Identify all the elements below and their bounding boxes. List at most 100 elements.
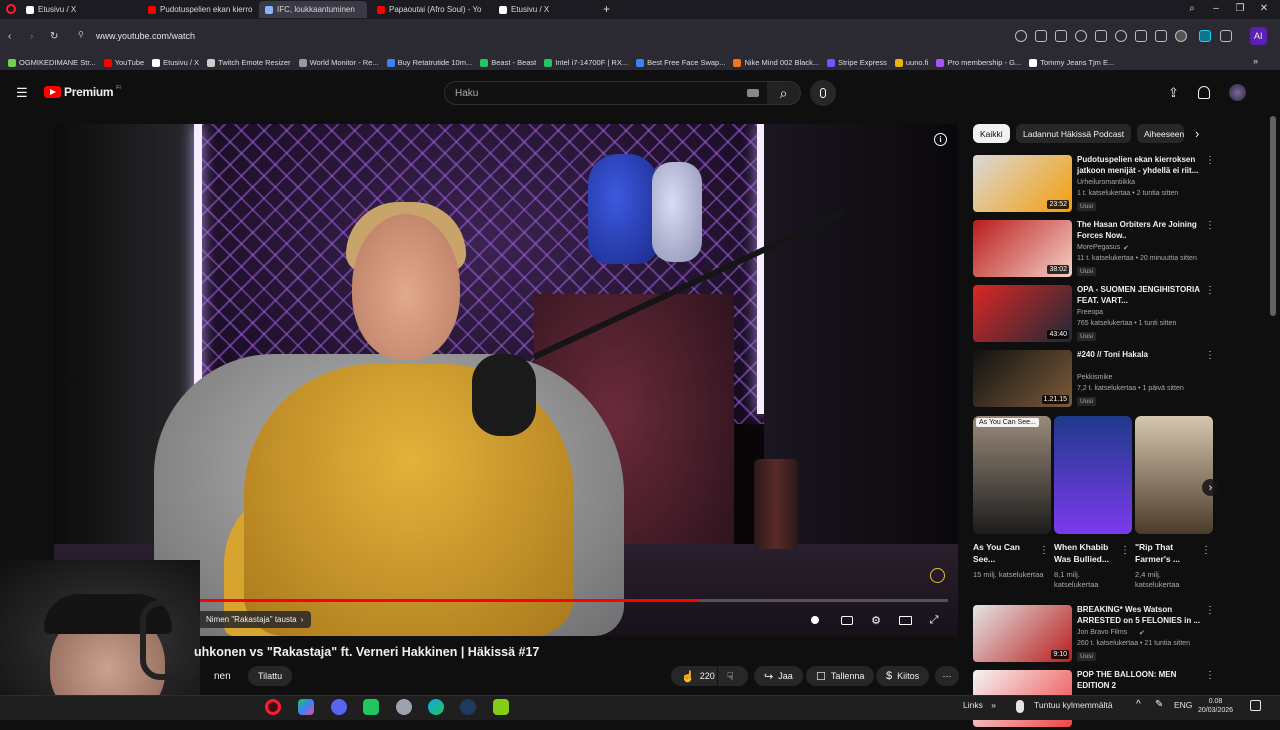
search-button[interactable]: ⌕ — [767, 81, 801, 105]
bookmark-item[interactable]: Buy Retatrutide 10m... — [386, 58, 472, 67]
url-field[interactable]: ⚲ www.youtube.com/watch — [70, 24, 990, 48]
dislike-button[interactable]: ☟ — [718, 666, 748, 686]
chip-all[interactable]: Kaikki — [973, 124, 1010, 143]
bookmark-item[interactable]: OGMIKEDIMANE Str... — [8, 58, 96, 67]
kebab-menu-icon[interactable]: ⋮ — [1205, 350, 1215, 361]
short-thumbnail[interactable]: As You Can See... — [973, 416, 1051, 534]
create-upload-icon[interactable]: ⇪ — [1168, 85, 1179, 101]
recommended-channel[interactable]: Urheiluromantiikka — [1077, 179, 1135, 186]
recommended-video[interactable]: 1.21.15 #240 // Toni Hakala Pekkismike 7,2 … — [973, 350, 1215, 410]
short-title[interactable]: As You Can See... — [973, 541, 1039, 565]
opera-logo-icon[interactable] — [6, 4, 16, 14]
recommended-video-title[interactable]: OPA - SUOMEN JENGIHISTORIA FEAT. VART... — [1077, 285, 1201, 306]
recommended-video[interactable]: 9:10 BREAKING* Wes Watson ARRESTED on 5 F… — [973, 605, 1215, 665]
recommended-channel[interactable]: Freeopa — [1077, 309, 1103, 316]
ai-button[interactable]: AI — [1250, 27, 1267, 45]
kebab-menu-icon[interactable]: ⋮ — [1205, 285, 1215, 296]
guide-menu-icon[interactable]: ☰ — [16, 85, 28, 101]
short-thumbnail[interactable] — [1135, 416, 1213, 534]
minimize-button[interactable]: – — [1209, 3, 1223, 14]
browser-tab[interactable]: Etusivu / X — [493, 1, 589, 18]
steam-taskbar-icon[interactable] — [460, 699, 476, 715]
profile-icon[interactable] — [1175, 30, 1187, 42]
browser-tab[interactable]: IFC, loukkaantuminen — [259, 1, 367, 18]
photoshop-taskbar-icon[interactable] — [298, 699, 314, 715]
channel-name[interactable]: nen — [214, 671, 231, 682]
start-icon[interactable] — [8, 699, 24, 715]
opera-taskbar-icon[interactable] — [265, 699, 281, 715]
bookmark-item[interactable]: Best Free Face Swap... — [636, 58, 725, 67]
kebab-menu-icon[interactable]: ⋮ — [1205, 220, 1215, 231]
like-button[interactable]: ☝ 220 — [671, 666, 717, 686]
theater-mode-icon[interactable] — [897, 612, 913, 628]
app-taskbar-icon[interactable] — [493, 699, 509, 715]
save-button[interactable]: ☐ Tallenna — [806, 666, 875, 686]
short-title[interactable]: "Rip That Farmer's ... — [1135, 541, 1201, 565]
video-thumbnail[interactable]: 1.21.15 — [973, 350, 1072, 407]
chapter-chip[interactable]: Nimen "Rakastaja" tausta › — [198, 611, 312, 628]
bookmark-item[interactable]: Pro membership - G... — [936, 58, 1021, 67]
extension-icon[interactable] — [1095, 30, 1107, 42]
back-icon[interactable]: ‹ — [8, 31, 11, 42]
clock[interactable]: 0.08 20/03/2026 — [1198, 697, 1233, 715]
video-thumbnail[interactable]: 43:40 — [973, 285, 1072, 342]
bookmark-item[interactable]: Etusivu / X — [152, 58, 199, 67]
chip-related[interactable]: Aiheeseen — [1137, 124, 1184, 143]
youtube-logo[interactable]: Premium FI — [44, 85, 121, 99]
reload-icon[interactable]: ↻ — [50, 31, 58, 42]
bookmark-item[interactable]: Beast - Beast — [480, 58, 536, 67]
recommended-video-title[interactable]: Pudotuspelien ekan kierroksen jatkoon me… — [1077, 155, 1201, 176]
browser-tab[interactable]: Pudotuspelien ekan kierro — [142, 1, 254, 18]
settings-gear-icon[interactable]: ⚙ — [868, 612, 884, 628]
kebab-menu-icon[interactable]: ⋮ — [1201, 545, 1211, 556]
recommended-channel[interactable]: Jon Bravo Films — [1077, 629, 1127, 636]
video-thumbnail[interactable]: 9:10 — [973, 605, 1072, 662]
search-tabs-icon[interactable]: ⌕ — [1185, 3, 1199, 14]
autoplay-toggle[interactable] — [807, 612, 823, 628]
extension-icon[interactable] — [1055, 30, 1067, 42]
notifications-icon[interactable] — [1250, 700, 1261, 711]
recommended-channel[interactable]: Pekkismike — [1077, 374, 1112, 381]
kebab-menu-icon[interactable]: ⋮ — [1205, 670, 1215, 681]
video-thumbnail[interactable]: 38:02 — [973, 220, 1072, 277]
extension-icon[interactable] — [1199, 30, 1211, 42]
heart-icon[interactable] — [1115, 30, 1127, 42]
subscribed-button[interactable]: Tilattu — [248, 666, 293, 686]
extension-icon[interactable] — [1220, 30, 1232, 42]
bookmark-item[interactable]: World Monitor - Re... — [298, 58, 379, 67]
search-input[interactable]: Haku — [444, 81, 768, 105]
chip-uploaded-by[interactable]: Ladannut Häkissä Podcast — [1016, 124, 1132, 143]
short-thumbnail[interactable] — [1054, 416, 1132, 534]
recommended-channel[interactable]: MorePegasus — [1077, 244, 1120, 251]
subtitles-icon[interactable] — [839, 612, 855, 628]
short-title[interactable]: When Khabib Was Bullied... — [1054, 541, 1120, 565]
recommended-video-title[interactable]: The Hasan Orbiters Are Joining Forces No… — [1077, 220, 1201, 241]
info-icon[interactable]: i — [934, 133, 947, 146]
shorts-next-chevron-icon[interactable]: › — [1202, 479, 1219, 496]
weather-text[interactable]: Tuntuu kylmemmältä — [1034, 700, 1113, 710]
site-info-icon[interactable]: ⚲ — [78, 30, 84, 39]
channel-watermark-icon[interactable] — [930, 568, 945, 583]
chips-next-chevron-icon[interactable]: › — [1195, 126, 1199, 141]
recommended-video[interactable]: 43:40 OPA - SUOMEN JENGIHISTORIA FEAT. VA… — [973, 285, 1215, 345]
menu-icon[interactable] — [1155, 30, 1167, 42]
language-indicator[interactable]: ENG — [1174, 700, 1192, 710]
extension-icon[interactable] — [1035, 30, 1047, 42]
recommended-video[interactable]: 38:02 The Hasan Orbiters Are Joining Forc… — [973, 220, 1215, 280]
extension-icon[interactable] — [1015, 30, 1027, 42]
thanks-button[interactable]: $ Kiitos — [876, 666, 930, 686]
maximize-button[interactable]: ❐ — [1233, 3, 1247, 14]
avatar[interactable] — [1229, 84, 1246, 101]
voice-search-button[interactable] — [810, 80, 836, 106]
weather-icon[interactable] — [1016, 700, 1024, 713]
recommended-video-title[interactable]: POP THE BALLOON: MEN EDITION 2 — [1077, 670, 1201, 691]
notifications-bell-icon[interactable] — [1198, 86, 1210, 99]
browser-tab[interactable]: Etusivu / X — [20, 1, 138, 18]
bookmark-item[interactable]: Nike Mind 002 Black... — [733, 58, 819, 67]
recommended-video-title[interactable]: BREAKING* Wes Watson ARRESTED on 5 FELON… — [1077, 605, 1201, 626]
app-taskbar-icon[interactable] — [396, 699, 412, 715]
keyboard-icon[interactable] — [747, 89, 759, 97]
edge-taskbar-icon[interactable] — [428, 699, 444, 715]
kebab-menu-icon[interactable]: ⋮ — [1039, 545, 1049, 556]
bookmark-item[interactable]: uuno.fi — [894, 58, 928, 67]
